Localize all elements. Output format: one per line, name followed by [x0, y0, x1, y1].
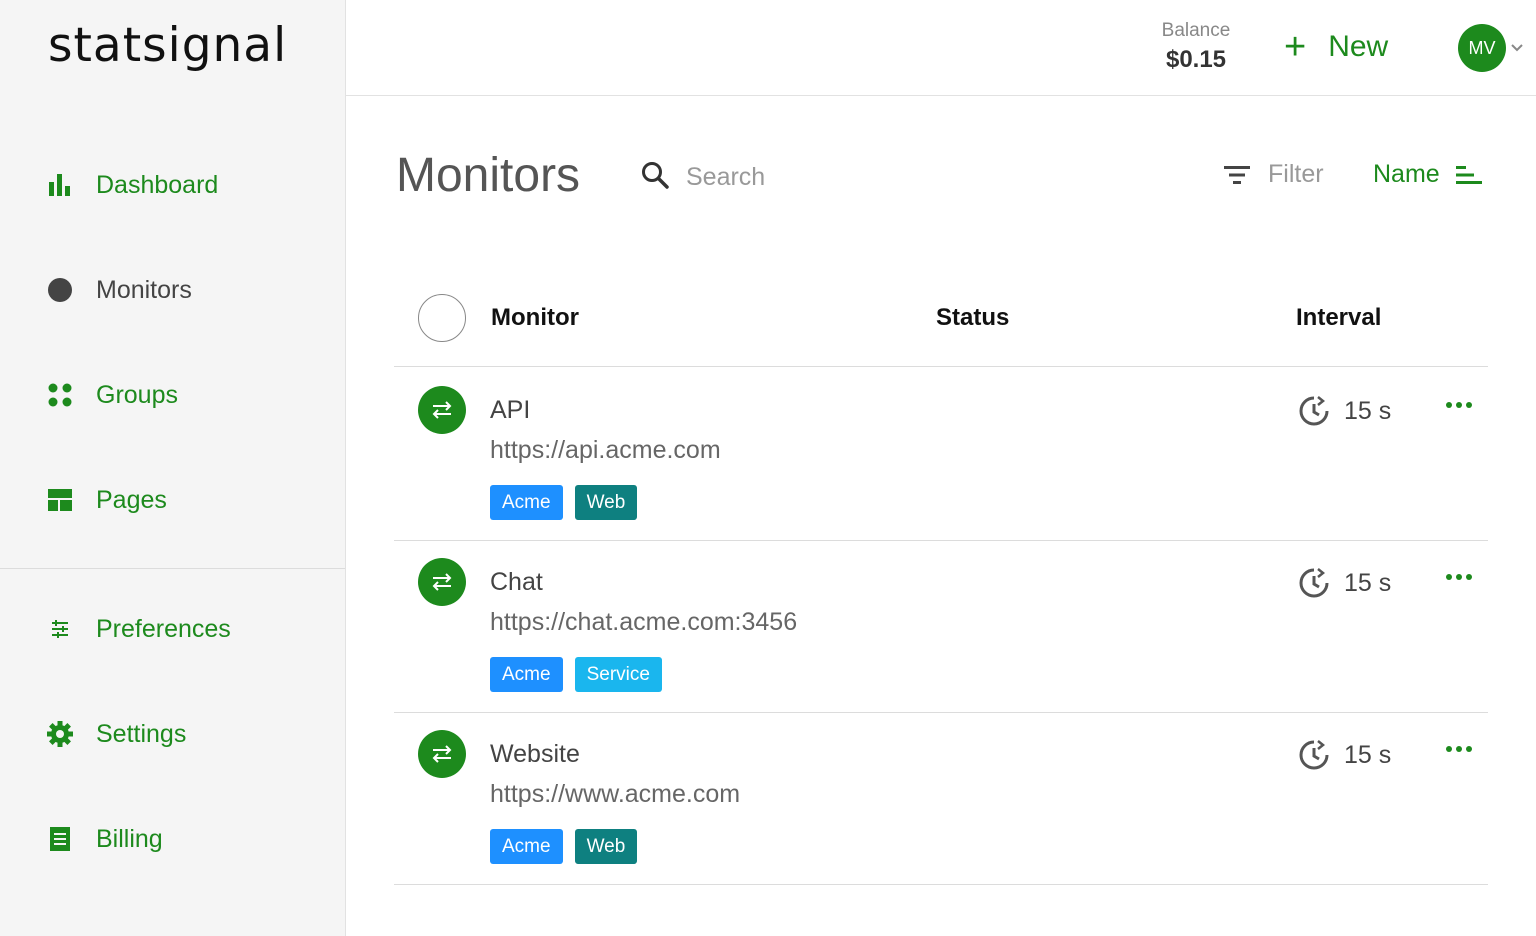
sidebar-item-pages[interactable]: Pages	[46, 480, 167, 520]
sort-label: Name	[1373, 160, 1440, 188]
clock-icon	[1299, 740, 1329, 770]
sidebar-item-monitors[interactable]: Monitors	[46, 270, 192, 310]
monitor-url: https://chat.acme.com:3456	[490, 608, 798, 636]
sidebar: statsignal Dashboard Monitors Groups Pag…	[0, 0, 346, 936]
chevron-down-icon[interactable]	[1510, 40, 1524, 58]
balance-value: $0.15	[1165, 46, 1227, 73]
receipt-icon	[46, 825, 74, 853]
more-options-icon[interactable]	[1442, 742, 1476, 756]
table-header: Monitor Status Interval	[394, 270, 1488, 367]
tag-list: Acme Web	[490, 829, 638, 864]
dots-grid-icon	[46, 381, 74, 409]
table-row[interactable]: API https://api.acme.com Acme Web 15 s	[394, 368, 1488, 541]
sidebar-item-preferences[interactable]: Preferences	[46, 609, 231, 649]
search-icon[interactable]	[640, 160, 670, 195]
monitor-name[interactable]: API	[490, 396, 530, 425]
sidebar-item-billing[interactable]: Billing	[46, 819, 163, 859]
monitor-url: https://api.acme.com	[490, 436, 721, 464]
filter-button[interactable]: Filter	[1222, 160, 1324, 189]
tag-badge[interactable]: Service	[574, 657, 662, 692]
circle-icon	[46, 276, 74, 304]
new-button[interactable]: + New	[1284, 28, 1388, 66]
sidebar-item-dashboard[interactable]: Dashboard	[46, 165, 218, 205]
search-input[interactable]	[686, 163, 986, 192]
swap-arrows-icon[interactable]	[418, 730, 466, 778]
tag-list: Acme Service	[490, 657, 662, 692]
layout-icon	[46, 486, 74, 514]
tag-badge[interactable]: Acme	[490, 657, 563, 692]
balance-label: Balance	[1161, 20, 1231, 41]
interval-value: 15 s	[1344, 740, 1392, 769]
table-row[interactable]: Chat https://chat.acme.com:3456 Acme Ser…	[394, 540, 1488, 713]
new-button-label: New	[1328, 30, 1389, 63]
sidebar-item-label: Groups	[96, 380, 178, 409]
sidebar-item-settings[interactable]: Settings	[46, 714, 186, 754]
sidebar-item-label: Settings	[96, 719, 187, 748]
tag-list: Acme Web	[490, 485, 638, 520]
tag-badge[interactable]: Web	[574, 485, 638, 520]
swap-arrows-icon[interactable]	[418, 386, 466, 434]
interval-cell: 15 s	[1298, 395, 1391, 427]
top-bar: Balance $0.15 + New MV	[346, 0, 1536, 96]
more-options-icon[interactable]	[1442, 570, 1476, 584]
filter-label: Filter	[1268, 160, 1324, 188]
filter-icon	[1224, 165, 1250, 184]
interval-value: 15 s	[1344, 396, 1392, 425]
sidebar-item-label: Pages	[96, 485, 167, 514]
monitor-url: https://www.acme.com	[490, 780, 741, 808]
column-header-interval[interactable]: Interval	[1296, 304, 1381, 332]
search-box	[640, 160, 986, 195]
table-row[interactable]: Website https://www.acme.com Acme Web 15…	[394, 712, 1488, 885]
sort-icon	[1455, 165, 1482, 184]
monitor-name[interactable]: Website	[490, 740, 580, 769]
interval-cell: 15 s	[1298, 739, 1391, 771]
column-header-status[interactable]: Status	[936, 304, 1009, 332]
sidebar-item-label: Billing	[96, 824, 163, 853]
sidebar-divider	[0, 568, 345, 569]
interval-cell: 15 s	[1298, 567, 1391, 599]
interval-value: 15 s	[1344, 568, 1392, 597]
clock-icon	[1299, 396, 1329, 426]
sort-button[interactable]: Name	[1373, 160, 1484, 189]
monitor-name[interactable]: Chat	[490, 568, 543, 597]
tag-badge[interactable]: Acme	[490, 829, 563, 864]
avatar[interactable]: MV	[1458, 24, 1506, 72]
sliders-icon	[46, 615, 74, 643]
tag-badge[interactable]: Web	[574, 829, 638, 864]
select-all-checkbox[interactable]	[418, 294, 466, 342]
bar-chart-icon	[46, 171, 74, 199]
more-options-icon[interactable]	[1442, 398, 1476, 412]
balance: Balance $0.15	[1141, 20, 1251, 74]
sidebar-item-groups[interactable]: Groups	[46, 375, 178, 415]
sidebar-item-label: Monitors	[96, 275, 192, 304]
gear-icon	[46, 720, 74, 748]
sidebar-item-label: Preferences	[96, 614, 231, 643]
sidebar-item-label: Dashboard	[96, 170, 219, 199]
plus-icon: +	[1284, 26, 1307, 68]
tag-badge[interactable]: Acme	[490, 485, 563, 520]
app-logo[interactable]: statsignal	[48, 18, 287, 73]
clock-icon	[1299, 568, 1329, 598]
column-header-monitor[interactable]: Monitor	[491, 304, 579, 332]
page-title: Monitors	[396, 149, 581, 202]
swap-arrows-icon[interactable]	[418, 558, 466, 606]
